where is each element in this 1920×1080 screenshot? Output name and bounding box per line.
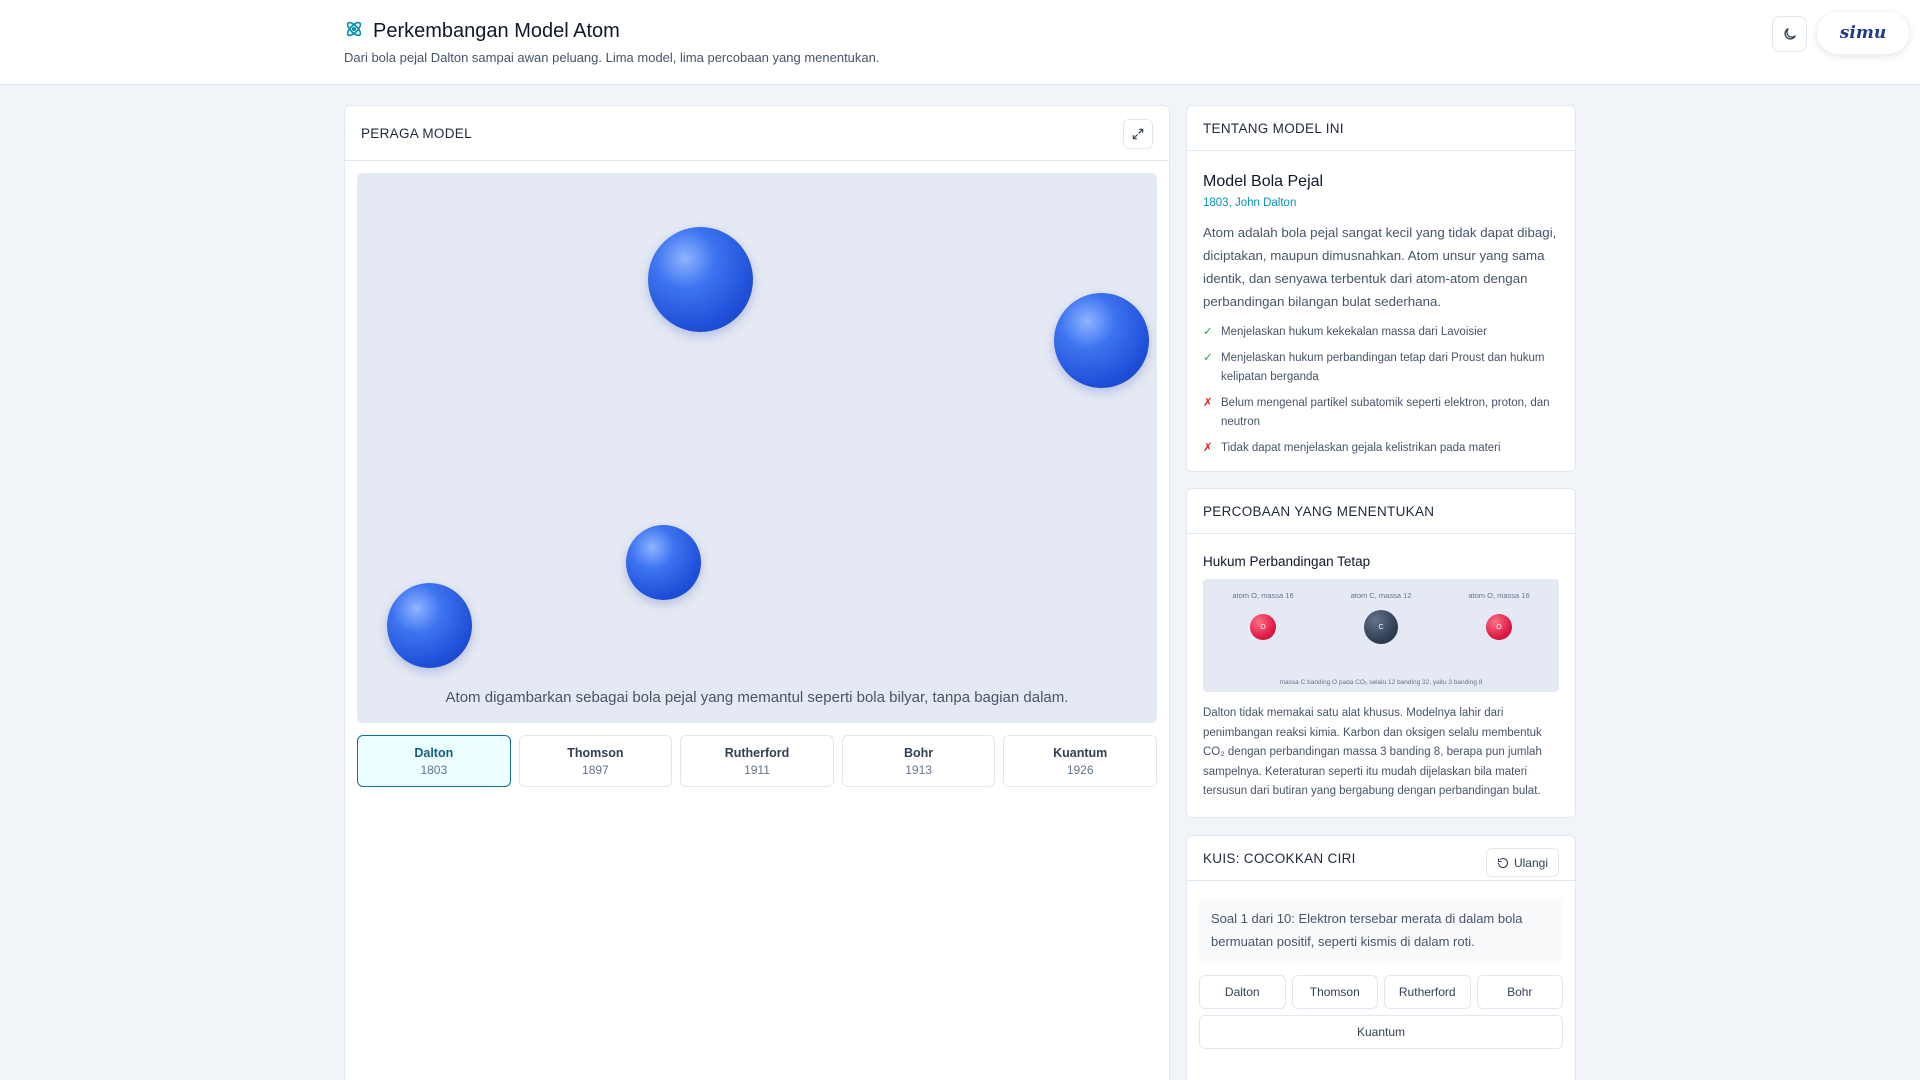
answer-kuantum-button[interactable]: Kuantum	[1199, 1015, 1563, 1049]
tab-name: Thomson	[567, 745, 624, 760]
check-icon: ✓	[1203, 352, 1213, 364]
pro-item: ✓ Menjelaskan hukum perbandingan tetap da…	[1203, 349, 1559, 387]
pros-cons-list: ✓ Menjelaskan hukum kekekalan massa dari …	[1203, 323, 1559, 458]
model-description: Atom adalah bola pejal sangat kecil yang…	[1203, 225, 1557, 309]
tab-thomson[interactable]: Thomson 1897	[518, 735, 673, 787]
experiment-title: Hukum Perbandingan Tetap	[1203, 554, 1371, 569]
tab-dalton[interactable]: Dalton 1803	[357, 735, 511, 787]
tab-year: 1913	[905, 762, 932, 777]
atom-label: atom O, massa 16	[1468, 591, 1530, 600]
atom-ball	[648, 227, 753, 332]
model-tabs: Dalton 1803 Thomson 1897 Rutherford 1911…	[357, 735, 1157, 787]
model-meta: 1803, John Dalton	[1203, 197, 1297, 209]
cross-icon: ✗	[1203, 442, 1213, 454]
point-text: Tidak dapat menjelaskan gejala kelistrik…	[1221, 442, 1501, 454]
page-title: Perkembangan Model Atom	[373, 20, 620, 42]
quiz-options: Dalton Thomson Rutherford Bohr Kuantum	[1199, 975, 1563, 1049]
oxygen-dot: O	[1250, 614, 1276, 640]
con-item: ✗ Belum mengenal partikel subatomik seper…	[1203, 394, 1559, 432]
experiment-visual: atom O, massa 16 O atom C, massa 12 C at…	[1203, 579, 1559, 692]
tab-name: Bohr	[903, 745, 934, 760]
theme-toggle-button[interactable]	[1772, 16, 1807, 52]
about-model-card: TENTANG MODEL INI Model Bola Pejal 1803,…	[1186, 105, 1576, 472]
atom-icon	[344, 19, 364, 44]
moon-icon	[1783, 28, 1796, 40]
page-subtitle: Dari bola pejal Dalton sampai awan pelua…	[344, 50, 880, 65]
oxygen-atom: atom O, massa 16 O	[1223, 591, 1303, 640]
refresh-icon	[1497, 857, 1509, 868]
about-heading: TENTANG MODEL INI	[1187, 106, 1575, 151]
model-name: Model Bola Pejal	[1203, 173, 1324, 190]
model-stage: Atom digambarkan sebagai bola pejal yang…	[357, 173, 1157, 723]
cross-icon: ✗	[1203, 397, 1213, 409]
tab-year: 1803	[420, 762, 448, 777]
experiment-card: PERCOBAAN YANG MENENTUKAN Hukum Perbandi…	[1186, 488, 1576, 818]
reset-label: Ulangi	[1513, 855, 1548, 870]
tab-kuantum[interactable]: Kuantum 1926	[1003, 735, 1157, 787]
quiz-question: Soal 1 dari 10: Elektron tersebar merata…	[1199, 897, 1563, 963]
app-header: Perkembangan Model Atom Dari bola pejal …	[0, 0, 1920, 85]
brand-logo-text: simu	[1839, 23, 1887, 43]
experiment-heading: PERCOBAAN YANG MENENTUKAN	[1187, 489, 1575, 534]
answer-thomson-button[interactable]: Thomson	[1291, 975, 1378, 1009]
answer-bohr-button[interactable]: Bohr	[1476, 975, 1563, 1009]
answer-dalton-button[interactable]: Dalton	[1199, 975, 1286, 1009]
fullscreen-button[interactable]	[1123, 119, 1153, 149]
point-text: Belum mengenal partikel subatomik sepert…	[1221, 397, 1550, 428]
model-caption: Atom digambarkan sebagai bola pejal yang…	[445, 689, 1069, 706]
tab-rutherford[interactable]: Rutherford 1911	[680, 735, 834, 787]
atom-ball	[626, 525, 701, 600]
brand-logo[interactable]: simu	[1817, 12, 1909, 54]
tab-bohr[interactable]: Bohr 1913	[841, 735, 996, 787]
model-viewer-heading: PERAGA MODEL	[345, 106, 1169, 161]
tab-name: Rutherford	[724, 745, 790, 760]
reset-button[interactable]: Ulangi	[1485, 848, 1559, 877]
atom-ball	[1054, 293, 1149, 388]
atom-label: atom O, massa 16	[1232, 591, 1294, 600]
carbon-dot: C	[1364, 610, 1398, 644]
oxygen-dot: O	[1486, 614, 1512, 640]
point-text: Menjelaskan hukum perbandingan tetap dar…	[1221, 352, 1545, 383]
carbon-atom: atom C, massa 12 C	[1341, 591, 1421, 644]
point-text: Menjelaskan hukum kekekalan massa dari L…	[1221, 326, 1487, 338]
con-item: ✗ Tidak dapat menjelaskan gejala kelistri…	[1203, 439, 1559, 458]
tab-year: 1897	[582, 762, 609, 777]
atom-label: atom C, massa 12	[1350, 591, 1412, 600]
tab-year: 1926	[1066, 762, 1094, 777]
pro-item: ✓ Menjelaskan hukum kekekalan massa dari …	[1203, 323, 1559, 342]
title-row: Perkembangan Model Atom	[344, 19, 620, 44]
atom-ball	[387, 583, 472, 668]
experiment-description: Dalton tidak memakai satu alat khusus. M…	[1203, 707, 1542, 797]
experiment-visual-caption: massa C banding O pada CO₂ selalu 12 ban…	[1279, 679, 1483, 686]
answer-rutherford-button[interactable]: Rutherford	[1384, 975, 1471, 1009]
tab-name: Dalton	[414, 745, 454, 760]
tab-year: 1911	[744, 762, 770, 777]
expand-icon	[1132, 128, 1144, 140]
tab-name: Kuantum	[1053, 745, 1108, 760]
check-icon: ✓	[1203, 326, 1213, 338]
quiz-card: KUIS: COCOKKAN CIRI Ulangi Soal 1 dari 1…	[1186, 835, 1576, 1080]
model-viewer-card: PERAGA MODEL Atom digambarkan sebagai bo…	[344, 105, 1170, 1080]
oxygen-atom: atom O, massa 16 O	[1459, 591, 1539, 640]
